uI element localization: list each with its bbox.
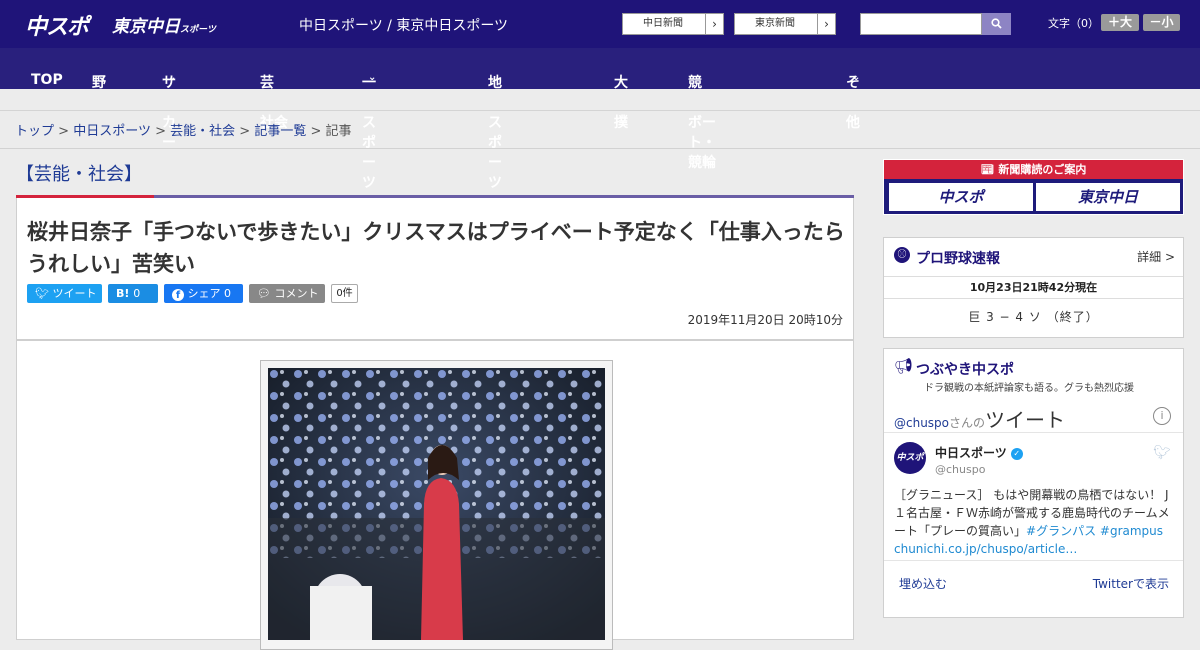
tweet-account-name[interactable]: 中日スポーツ ✓: [935, 444, 1023, 461]
main-nav: TOP 野球⌄ サッカー⌄ 芸能・社会 一般スポーツ⌄ 地域スポーツ⌄ 大相撲 …: [0, 48, 1200, 191]
breadcrumb-separator: >: [310, 124, 322, 139]
comment-icon: 💬︎: [257, 287, 271, 300]
subscription-head-label: 新聞購読のご案内: [998, 163, 1087, 176]
article-title: 桜井日奈子「手つないで歩きたい」クリスマスはプライベート予定なく「仕事入ったらう…: [27, 220, 845, 276]
font-larger-button[interactable]: ＋大: [1101, 14, 1139, 31]
tweet-hashtag-grampus[interactable]: #grampus: [1100, 524, 1163, 538]
nav-item-label: 競馬・ボート・競輪: [688, 75, 716, 171]
chevron-right-icon: ›: [817, 14, 835, 34]
tokyo-chunichi-logo-small: スポーツ: [180, 25, 216, 35]
nav-item-label: TOP: [31, 72, 63, 88]
hatena-count: 0: [133, 287, 141, 300]
view-on-twitter-link[interactable]: Twitterで表示: [1093, 575, 1169, 592]
tweet-button[interactable]: 🐦︎ ツイート: [27, 284, 102, 303]
chunichi-shimbun-link[interactable]: 中日新聞 ›: [622, 13, 724, 35]
breadcrumb-separator: >: [239, 124, 251, 139]
avatar[interactable]: 中スポ: [894, 442, 926, 474]
timeline-handle-suffix: さんの: [949, 416, 986, 430]
chevron-down-icon: ⌄: [852, 72, 861, 83]
timeline-heading: @chuspoさんのツイート: [894, 404, 1065, 433]
tweet-box: 📢︎ つぶやき中スポ ドラ観戦の本紙評論家も語る。グラも熱烈応援 @chuspo…: [883, 348, 1184, 618]
search-icon: [991, 18, 1002, 29]
breadcrumb: トップ > 中日スポーツ > 芸能・社会 > 記事一覧 > 記事: [15, 120, 352, 139]
sub-nav-band: [0, 89, 1200, 111]
tweet-box-subtitle: ドラ観戦の本紙評論家も語る。グラも熱烈応援: [924, 383, 1134, 394]
subscribe-chuspo-link[interactable]: 中スポ: [889, 183, 1033, 211]
tweet-hashtag-grampus-jp[interactable]: #グランパス: [1026, 524, 1096, 538]
site-name-link[interactable]: 中日スポーツ / 東京中日スポーツ: [299, 15, 508, 35]
search-button[interactable]: [982, 13, 1011, 35]
facebook-icon: f: [172, 289, 184, 301]
tokyo-shimbun-link[interactable]: 東京新聞 ›: [734, 13, 836, 35]
baseball-as-of: 10月23日21時42分現在: [884, 276, 1183, 299]
tweet-text: ［グラニュース］ もはや開幕戦の鳥栖ではない！ J１名古屋・ＦＷ赤崎が警戒する鹿…: [894, 486, 1176, 558]
comment-button[interactable]: 💬︎ コメント: [249, 284, 325, 303]
info-icon[interactable]: i: [1153, 407, 1171, 425]
facebook-count: 0: [224, 287, 231, 300]
baseball-icon: ⚾︎: [894, 247, 910, 263]
nav-item-label: サッカー: [162, 75, 176, 151]
subscription-banner[interactable]: 📰︎ 新聞購読のご案内 中スポ 東京中日: [883, 159, 1184, 215]
breadcrumb-entertainment[interactable]: 芸能・社会: [170, 124, 235, 139]
verified-icon: ✓: [1010, 447, 1023, 460]
breadcrumb-divider: [0, 148, 1200, 149]
timeline-separator: [884, 432, 1183, 433]
breadcrumb-current: 記事: [325, 124, 352, 139]
chevron-down-icon: ⌄: [168, 72, 177, 83]
baseball-detail-link[interactable]: 詳細 >: [1137, 248, 1175, 265]
search-input[interactable]: [860, 13, 982, 35]
article-body: [16, 340, 854, 650]
breadcrumb-article-list[interactable]: 記事一覧: [254, 124, 306, 139]
chevron-right-icon: ›: [705, 14, 723, 34]
tokyo-chunichi-logo[interactable]: 東京中日スポーツ: [112, 12, 216, 37]
tweet-box-title: つぶやき中スポ: [916, 362, 1014, 378]
subscription-head: 📰︎ 新聞購読のご案内: [884, 160, 1183, 179]
photo-image: [268, 368, 605, 640]
tokyo-shimbun-label: 東京新聞: [755, 18, 795, 29]
article-category: 【芸能・社会】: [16, 164, 142, 185]
breadcrumb-top[interactable]: トップ: [15, 124, 54, 139]
chevron-down-icon: ⌄: [368, 72, 377, 83]
font-size-label: 文字（0）: [1048, 17, 1099, 30]
hatena-bookmark-button[interactable]: B! 0: [108, 284, 158, 303]
hatena-icon: B!: [116, 287, 130, 300]
facebook-share-label: シェア: [187, 287, 221, 300]
embed-link[interactable]: 埋め込む: [899, 575, 947, 592]
tokyo-chunichi-logo-text: 東京中日: [112, 17, 180, 37]
tweet-link[interactable]: chunichi.co.jp/chuspo/article…: [894, 542, 1077, 556]
chevron-down-icon: ⌄: [494, 72, 503, 83]
megaphone-icon: 📢︎: [894, 357, 914, 375]
breadcrumb-chunichi-sports[interactable]: 中日スポーツ: [73, 124, 151, 139]
article-photo[interactable]: [260, 360, 613, 650]
font-smaller-button[interactable]: －小: [1143, 14, 1180, 31]
timeline-heading-label: ツイート: [985, 408, 1066, 432]
baseball-box-title: プロ野球速報: [916, 251, 1000, 267]
chuspo-logo[interactable]: 中スポ: [25, 9, 89, 41]
top-header-bar: 中スポ 東京中日スポーツ 中日スポーツ / 東京中日スポーツ 中日新聞 › 東京新…: [0, 0, 1200, 48]
breadcrumb-separator: >: [58, 124, 70, 139]
timeline-handle-link[interactable]: @chuspo: [894, 416, 949, 430]
breadcrumb-separator: >: [155, 124, 166, 139]
newspaper-icon: 📰︎: [980, 163, 995, 176]
chevron-down-icon: ⌄: [98, 72, 107, 83]
comment-label: コメント: [274, 287, 319, 300]
baseball-score-box: ⚾︎ プロ野球速報 詳細 > 10月23日21時42分現在 巨 3 − 4 ソ …: [883, 237, 1184, 338]
twitter-bird-icon[interactable]: 🐦︎: [1153, 445, 1171, 461]
chunichi-shimbun-label: 中日新聞: [643, 18, 683, 29]
timeline-footer: 埋め込む Twitterで表示: [884, 560, 1183, 594]
article-date: 2019年11月20日 20時10分: [687, 313, 843, 327]
subscribe-tokyo-link[interactable]: 東京中日: [1036, 183, 1180, 211]
facebook-share-button[interactable]: f シェア 0: [164, 284, 243, 303]
tweet-account-name-label: 中日スポーツ: [935, 446, 1007, 460]
twitter-icon: 🐦︎: [35, 287, 49, 300]
tweet-account-handle[interactable]: @chuspo: [935, 463, 985, 476]
baseball-score[interactable]: 巨 3 − 4 ソ （終了）: [884, 308, 1183, 325]
article-header: 桜井日奈子「手つないで歩きたい」クリスマスはプライベート予定なく「仕事入ったらう…: [16, 198, 854, 340]
comment-count: 0件: [331, 284, 358, 303]
tweet-label: ツイート: [52, 287, 97, 300]
